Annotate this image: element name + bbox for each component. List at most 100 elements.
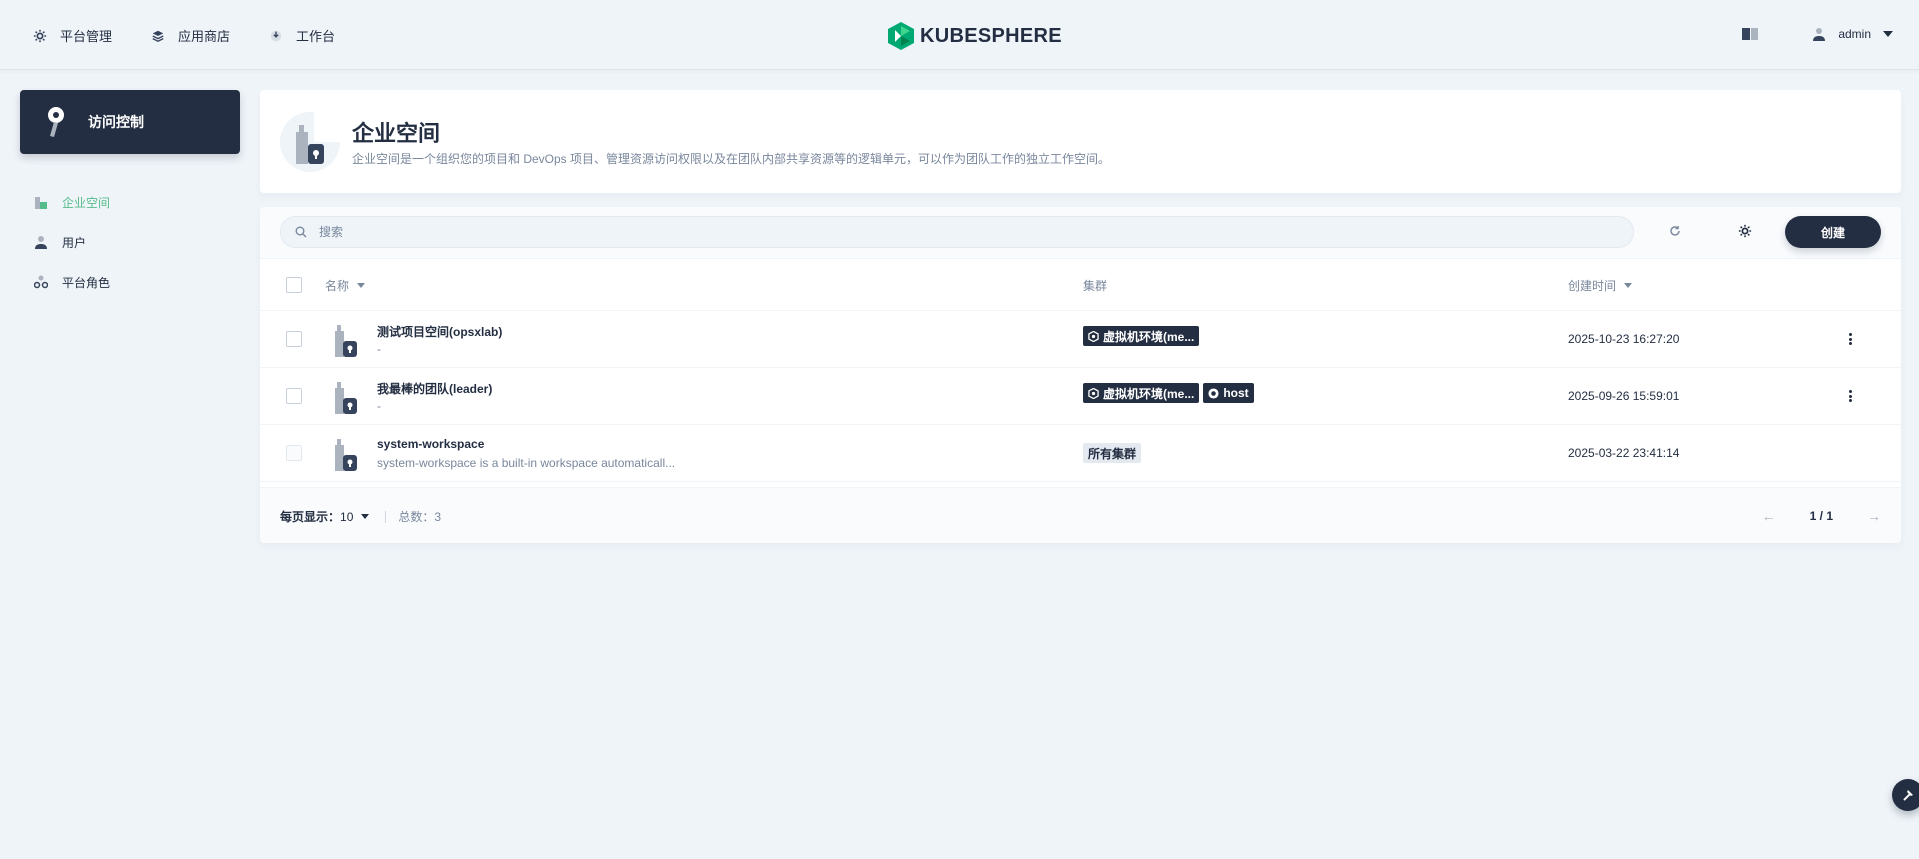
sidebar-item-workspaces[interactable]: 企业空间 (34, 182, 110, 222)
column-cluster-label: 集群 (1083, 279, 1108, 293)
nav-platform-management[interactable]: 平台管理 (32, 26, 112, 45)
table-settings-button[interactable] (1737, 223, 1753, 239)
kubesphere-logo-icon (888, 22, 914, 50)
sidebar-item-label: 平台角色 (62, 275, 111, 290)
created-time: 2025-10-23 16:27:20 (1568, 332, 1680, 346)
kubesphere-logo[interactable]: KUBESPHERE (888, 22, 1062, 50)
gear-icon (32, 28, 48, 44)
cluster-tags: 所有集群 (1083, 443, 1145, 463)
refresh-icon (1670, 226, 1680, 236)
row-checkbox[interactable] (286, 331, 302, 347)
page-description: 企业空间是一个组织您的项目和 DevOps 项目、管理资源访问权限以及在团队内部… (352, 152, 1111, 166)
nav-platform-management-label: 平台管理 (60, 29, 113, 44)
search-icon (295, 226, 307, 238)
user-name[interactable]: admin (1838, 27, 1871, 41)
table-toolbar: 创建 (260, 207, 1901, 259)
search-bar[interactable] (280, 216, 1634, 248)
row-checkbox[interactable] (286, 388, 302, 404)
chevron-down-icon[interactable] (361, 514, 370, 519)
sidebar-menu: 企业空间 用户 平台角色 (34, 182, 110, 302)
workspace-name-link[interactable]: system-workspace (377, 437, 484, 451)
created-time: 2025-09-26 15:59:01 (1568, 389, 1680, 403)
column-name-label: 名称 (325, 279, 350, 293)
nav-workbench[interactable]: 工作台 (268, 26, 335, 45)
pagination: ← 1 / 1 → (1762, 508, 1881, 524)
prev-page-button[interactable]: ← (1762, 508, 1776, 524)
more-dot (1848, 390, 1852, 393)
roles-icon (34, 275, 48, 289)
cluster-tag: 虚拟机环境(me... (1083, 383, 1200, 403)
building-icon (34, 195, 48, 209)
table-header: 名称 集群 创建时间 (260, 259, 1901, 311)
total-count: 总数：3 (398, 510, 442, 524)
top-nav-right: admin (1742, 27, 1893, 41)
nav-app-store-label: 应用商店 (178, 29, 231, 44)
sidebar-item-label: 用户 (62, 235, 87, 250)
next-page-button[interactable]: → (1867, 508, 1881, 524)
workspace-icon (280, 112, 340, 172)
sidebar-title: 访问控制 (88, 114, 144, 130)
nav-app-store[interactable]: 应用商店 (150, 26, 230, 45)
host-cluster-icon (1208, 387, 1219, 399)
workspace-name-link[interactable]: 我最棒的团队(leader) (377, 380, 492, 397)
cluster-tag-label: 虚拟机环境(me... (1103, 329, 1195, 344)
page-size-value[interactable]: 10 (340, 510, 353, 524)
table-footer: 每页显示： 10 总数：3 ← 1 / 1 → (260, 487, 1901, 543)
page-title: 企业空间 (352, 121, 441, 146)
cluster-icon (1088, 387, 1099, 399)
nav-workbench-label: 工作台 (296, 29, 336, 44)
column-header-cluster: 集群 (1083, 277, 1107, 294)
workspace-name-link[interactable]: 测试项目空间(opsxlab) (377, 323, 502, 340)
workspace-table-card: 创建 名称 集群 创建时间 测试项目空间(opsxlab) - 虚拟机环境(me… (260, 207, 1901, 543)
workspace-icon (335, 325, 357, 357)
column-header-created[interactable]: 创建时间 (1568, 277, 1633, 294)
gear-icon (1738, 224, 1752, 238)
create-button[interactable]: 创建 (1785, 216, 1881, 248)
top-navbar: 平台管理 应用商店 工作台 KUBESPHERE admin (0, 0, 1919, 70)
more-dot (1848, 337, 1852, 341)
table-row: 测试项目空间(opsxlab) - 虚拟机环境(me... 2025-10-23… (260, 311, 1901, 368)
cluster-tag: host (1203, 383, 1254, 403)
search-input[interactable] (319, 225, 1519, 239)
sidebar-item-label: 企业空间 (62, 195, 111, 210)
sort-caret-icon (1624, 283, 1633, 288)
more-dot (1848, 394, 1852, 398)
column-header-name[interactable]: 名称 (325, 277, 366, 294)
cluster-tag: 虚拟机环境(me... (1083, 326, 1200, 346)
top-nav-left: 平台管理 应用商店 工作台 (32, 26, 373, 45)
chevron-down-icon[interactable] (1883, 31, 1893, 37)
cluster-tag: 所有集群 (1083, 443, 1142, 463)
created-time: 2025-03-22 23:41:14 (1568, 446, 1680, 460)
sidebar-item-users[interactable]: 用户 (34, 222, 110, 262)
more-actions-button[interactable] (1842, 331, 1858, 347)
workspace-description: system-workspace is a built-in workspace… (377, 456, 676, 470)
select-all-checkbox[interactable] (286, 277, 302, 293)
divider (385, 510, 387, 523)
more-actions-button[interactable] (1842, 388, 1858, 404)
cluster-icon (1088, 330, 1099, 342)
refresh-button[interactable] (1667, 223, 1683, 239)
toolbox-button[interactable] (1892, 779, 1919, 811)
page-banner: 企业空间 企业空间是一个组织您的项目和 DevOps 项目、管理资源访问权限以及… (260, 90, 1901, 193)
workspace-icon (335, 382, 357, 414)
cluster-tags: 虚拟机环境(me... host (1083, 383, 1258, 403)
sidebar-header: 访问控制 (20, 90, 240, 154)
row-checkbox-disabled (286, 445, 302, 461)
sidebar-item-platform-roles[interactable]: 平台角色 (34, 262, 110, 302)
page-size-control: 每页显示： 10 总数：3 (280, 508, 441, 525)
user-icon (1813, 28, 1826, 41)
hammer-icon (1903, 790, 1913, 801)
page-size-label: 每页显示： (280, 510, 341, 524)
cluster-tag-label: 虚拟机环境(me... (1103, 386, 1195, 401)
sort-caret-icon (357, 283, 366, 288)
cluster-tag-label: host (1223, 386, 1249, 400)
table-row: system-workspace system-workspace is a b… (260, 425, 1901, 482)
column-created-label: 创建时间 (1568, 279, 1617, 293)
user-icon (34, 235, 48, 249)
more-dot (1848, 399, 1852, 402)
download-icon (268, 28, 284, 44)
logo-text: KUBESPHERE (920, 24, 1062, 47)
book-icon[interactable] (1742, 28, 1759, 40)
page-indicator: 1 / 1 (1809, 509, 1833, 523)
more-dot (1848, 333, 1852, 336)
